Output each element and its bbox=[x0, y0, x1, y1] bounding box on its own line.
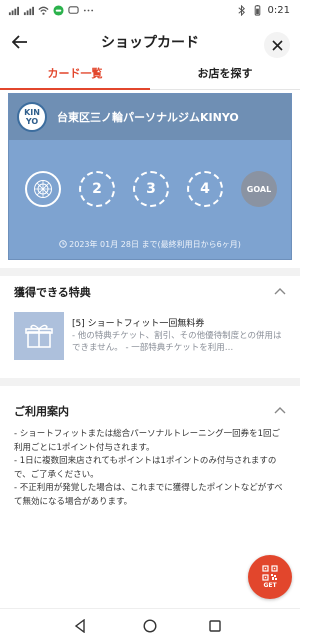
section-divider-2 bbox=[0, 378, 300, 386]
card-header: KIN YO 台東区三ノ輪パーソナルジムKINYO bbox=[9, 94, 291, 140]
status-right-icons: 0:21 bbox=[236, 5, 290, 16]
expiry-text: 2023年 01月 28日 まで(最終利用日から6ヶ月) bbox=[69, 240, 241, 249]
chevron-up-icon-guide[interactable] bbox=[274, 406, 286, 414]
guide-title: ご利用案内 bbox=[14, 405, 69, 418]
get-stamp-button[interactable]: GET bbox=[248, 555, 292, 599]
gift-icon bbox=[25, 324, 53, 348]
clock-icon bbox=[59, 240, 67, 248]
nav-recents-button[interactable] bbox=[205, 616, 225, 636]
logo-text-top: KIN bbox=[24, 108, 40, 117]
square-recents-icon bbox=[209, 620, 221, 632]
store-name: 台東区三ノ輪パーソナルジムKINYO bbox=[57, 111, 239, 124]
tab-card-list[interactable]: カード一覧 bbox=[0, 62, 150, 90]
close-button[interactable] bbox=[264, 32, 290, 58]
benefit-title: [5] ショートフィット一回無料券 bbox=[72, 319, 205, 329]
guide-text: - ショートフィットまたは総合パーソナルトレーニング一回券を1回ご利用ごとに1ポ… bbox=[14, 428, 288, 509]
stamp-1 bbox=[25, 171, 61, 207]
close-icon bbox=[271, 39, 283, 51]
more-dots-icon bbox=[83, 9, 94, 12]
guide-line-1: - ショートフィットまたは総合パーソナルトレーニング一回券を1回ご利用ごとに1ポ… bbox=[14, 429, 281, 453]
qr-code-icon bbox=[262, 565, 278, 581]
gift-image bbox=[14, 312, 64, 360]
system-nav-bar bbox=[0, 608, 300, 642]
guide-line-2: - 1日に複数回来店されてもポイントは1ポイントのみ付与されますので、ご了承くだ… bbox=[14, 456, 277, 480]
triangle-back-icon bbox=[74, 619, 85, 633]
section-divider bbox=[0, 268, 300, 276]
shop-card[interactable]: KIN YO 台東区三ノ輪パーソナルジムKINYO 2 3 4 GOAL 202… bbox=[8, 93, 292, 260]
wifi-icon bbox=[38, 6, 49, 15]
benefit-description: - 他の特典チケット、割引、その他優待制度との併用はできません。 - 一部特典チ… bbox=[72, 331, 282, 353]
benefit-item[interactable]: [5] ショートフィット一回無料券 - 他の特典チケット、割引、その他優待制度と… bbox=[14, 312, 288, 362]
guide-line-3: - 不正利用が発覚した場合は、これまでに獲得したポイントなどがすべて無効になる場… bbox=[14, 483, 283, 507]
signal-icon-2 bbox=[23, 6, 34, 16]
bluetooth-icon bbox=[237, 5, 245, 16]
stamp-row: 2 3 4 GOAL bbox=[25, 171, 279, 211]
line-app-icon bbox=[53, 5, 64, 16]
logo-text-bottom: YO bbox=[25, 117, 39, 126]
signal-icon bbox=[8, 6, 19, 16]
benefits-title: 獲得できる特典 bbox=[14, 286, 91, 299]
get-label: GET bbox=[263, 582, 277, 589]
store-logo: KIN YO bbox=[17, 102, 47, 132]
page-title: ショップカード bbox=[101, 35, 199, 51]
status-bar: 0:21 bbox=[0, 0, 300, 22]
stamp-goal: GOAL bbox=[241, 171, 277, 207]
status-left-icons bbox=[8, 5, 94, 16]
status-time: 0:21 bbox=[267, 5, 290, 16]
battery-icon bbox=[254, 5, 260, 16]
chat-icon bbox=[68, 6, 79, 14]
app-header: ショップカード bbox=[0, 22, 300, 62]
nav-home-button[interactable] bbox=[140, 616, 160, 636]
nav-back-button[interactable] bbox=[70, 616, 90, 636]
stamp-2: 2 bbox=[79, 171, 115, 207]
stamp-4: 4 bbox=[187, 171, 223, 207]
circle-home-icon bbox=[143, 619, 157, 633]
tab-find-store[interactable]: お店を探す bbox=[150, 62, 300, 89]
stamp-3: 3 bbox=[133, 171, 169, 207]
chevron-up-icon[interactable] bbox=[274, 287, 286, 295]
expiry-row: 2023年 01月 28日 まで(最終利用日から6ヶ月) bbox=[9, 239, 291, 250]
stamp-mark-icon bbox=[34, 180, 52, 198]
tab-bar: カード一覧 お店を探す bbox=[0, 62, 300, 90]
